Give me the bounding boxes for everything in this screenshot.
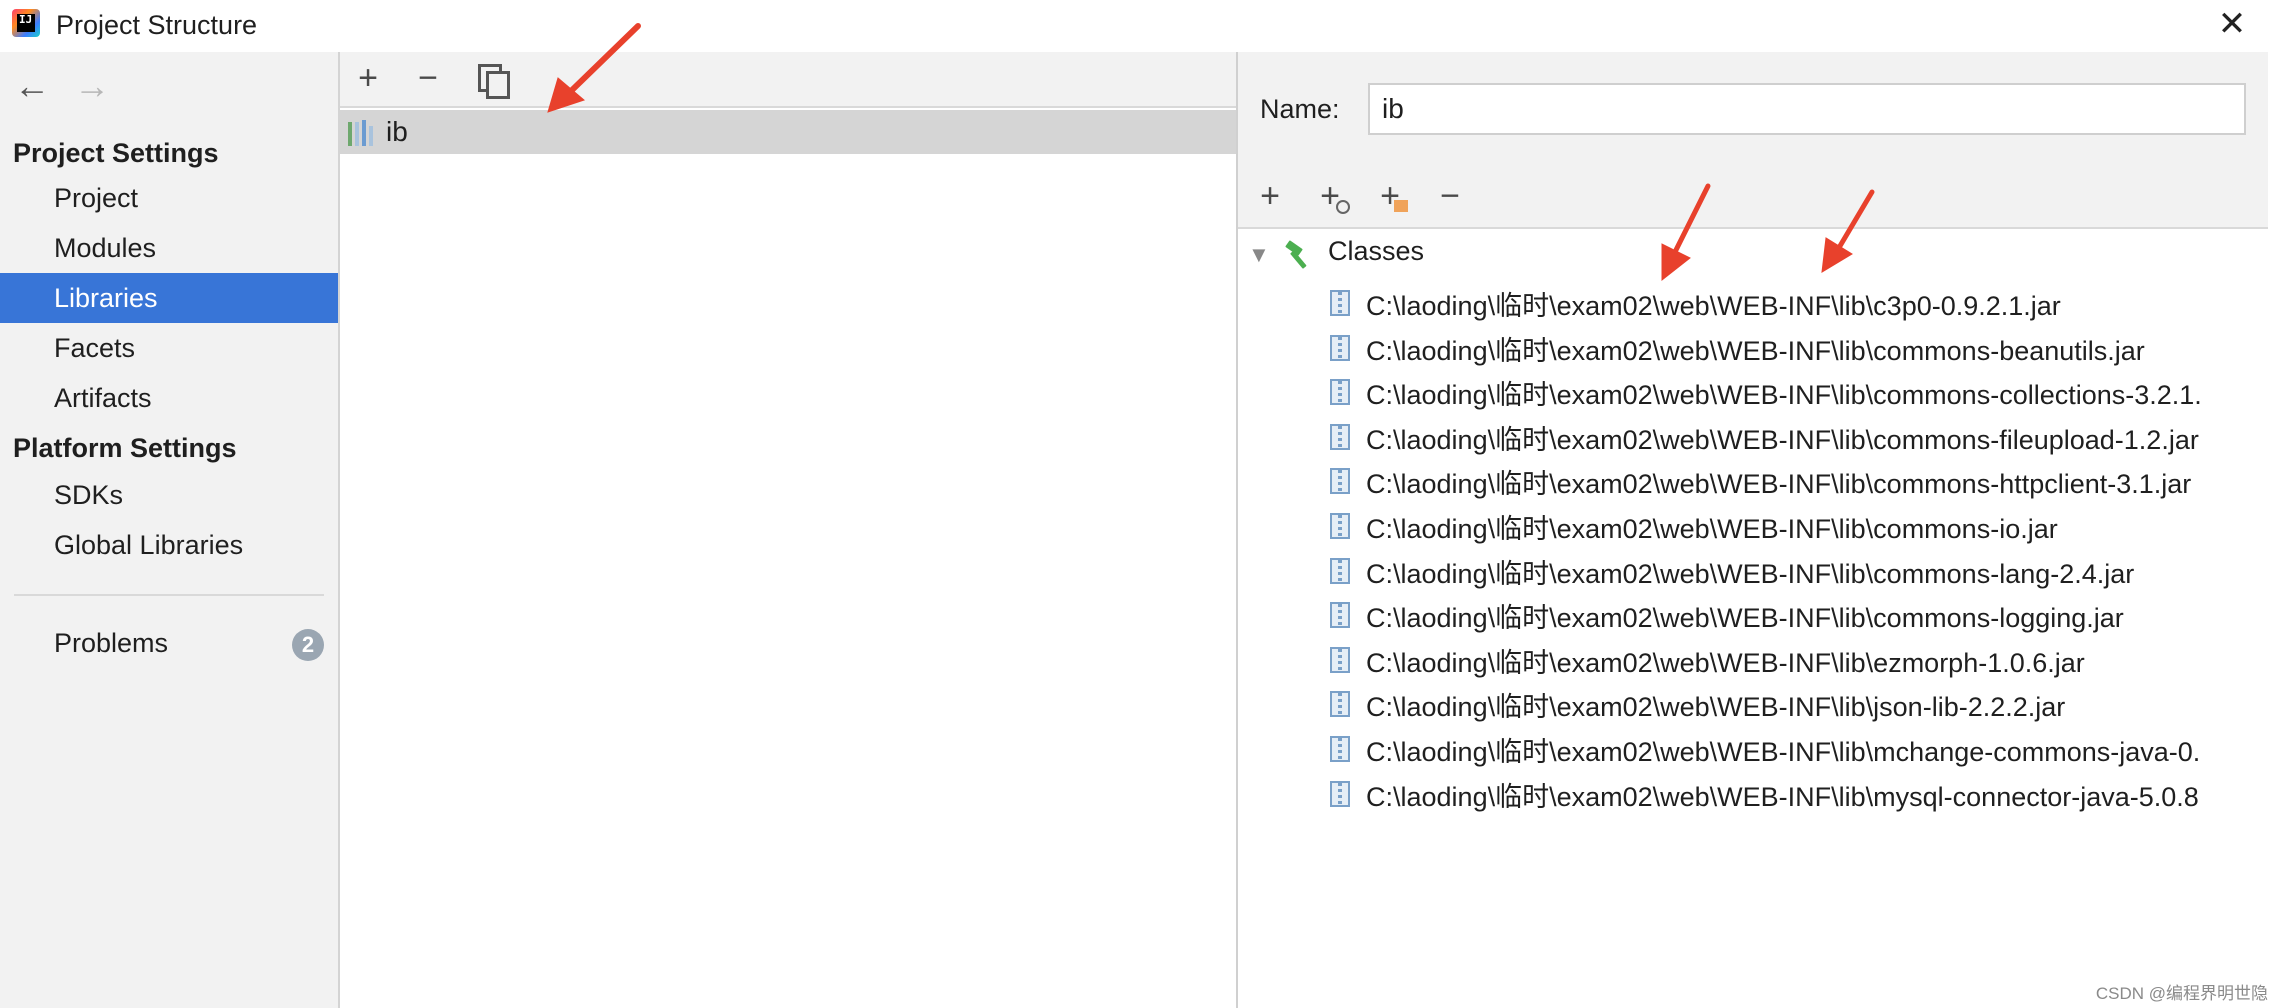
library-detail-panel: Name: + + + − ▼ Classes C:\laoding\临时\ex… — [1238, 52, 2268, 1008]
jar-path-text: C:\laoding\临时\exam02\web\WEB-INF\lib\com… — [1366, 603, 2124, 634]
jar-path-text: C:\laoding\临时\exam02\web\WEB-INF\lib\com… — [1366, 514, 2058, 544]
name-label: Name: — [1260, 94, 1340, 124]
project-settings-header: Project Settings — [13, 138, 219, 168]
classes-jar-entry[interactable]: C:\laoding\临时\exam02\web\WEB-INF\lib\com… — [1330, 548, 2270, 592]
jar-path-text: C:\laoding\临时\exam02\web\WEB-INF\lib\mys… — [1366, 781, 2199, 812]
jar-path-text: C:\laoding\临时\exam02\web\WEB-INF\lib\mch… — [1366, 737, 2201, 767]
forward-arrow-icon[interactable]: → — [74, 66, 110, 106]
jar-file-icon — [1330, 602, 1350, 629]
jar-path-text: C:\laoding\临时\exam02\web\WEB-INF\lib\jso… — [1366, 692, 2066, 723]
folder-icon — [1394, 200, 1408, 212]
classes-jar-entry[interactable]: C:\laoding\临时\exam02\web\WEB-INF\lib\ezm… — [1330, 637, 2270, 681]
platform-settings-header: Platform Settings — [13, 433, 237, 463]
sidebar-item-facets[interactable]: Facets — [0, 323, 338, 373]
sidebar-item-project[interactable]: Project — [0, 173, 338, 223]
attach-folder-button[interactable]: + — [1370, 176, 1410, 216]
hammer-icon — [1285, 240, 1307, 269]
remove-root-button[interactable]: − — [1430, 176, 1470, 216]
classes-jar-entry[interactable]: C:\laoding\临时\exam02\web\WEB-INF\lib\jso… — [1330, 681, 2270, 725]
jar-file-icon — [1330, 513, 1350, 539]
jar-path-text: C:\laoding\临时\exam02\web\WEB-INF\lib\com… — [1366, 424, 2199, 455]
library-item-ib[interactable]: ib — [340, 110, 1236, 154]
library-name: ib — [386, 116, 408, 147]
classes-jar-entry[interactable]: C:\laoding\临时\exam02\web\WEB-INF\lib\c3p… — [1330, 280, 2270, 324]
add-root-button[interactable]: + — [1250, 176, 1290, 216]
jar-file-icon — [1330, 379, 1350, 406]
window-title: Project Structure — [56, 10, 258, 40]
globe-icon — [1336, 200, 1350, 214]
sidebar-item-libraries[interactable]: Libraries — [0, 273, 338, 323]
jar-file-icon — [1330, 736, 1350, 762]
remove-library-button[interactable]: − — [408, 58, 448, 98]
intellij-logo-icon: IJ — [12, 9, 40, 37]
sidebar: ← → Project Settings Project Modules Lib… — [0, 52, 340, 1008]
library-list-panel: + − ib — [340, 52, 1238, 1008]
jar-file-icon — [1330, 468, 1350, 495]
jar-file-icon — [1330, 557, 1350, 584]
title-bar: IJ Project Structure ✕ — [0, 0, 2288, 52]
jar-file-icon — [1330, 334, 1350, 361]
collapse-triangle-icon[interactable]: ▼ — [1248, 242, 1270, 268]
sidebar-item-problems[interactable]: Problems 2 — [0, 618, 338, 668]
sidebar-item-artifacts[interactable]: Artifacts — [0, 373, 338, 423]
classes-jar-entry[interactable]: C:\laoding\临时\exam02\web\WEB-INF\lib\com… — [1330, 369, 2270, 413]
problems-label: Problems — [54, 628, 169, 658]
library-detail-header: Name: + + + − — [1238, 52, 2268, 229]
library-name-field[interactable] — [1368, 83, 2246, 135]
classes-jar-entry[interactable]: C:\laoding\临时\exam02\web\WEB-INF\lib\com… — [1330, 414, 2270, 458]
jar-path-text: C:\laoding\临时\exam02\web\WEB-INF\lib\ezm… — [1366, 647, 2085, 678]
jar-file-icon — [1330, 691, 1350, 718]
jar-file-icon — [1330, 423, 1350, 450]
classes-jar-entry[interactable]: C:\laoding\临时\exam02\web\WEB-INF\lib\com… — [1330, 458, 2270, 502]
library-icon — [348, 120, 378, 146]
watermark: CSDN @编程界明世隐 — [2095, 984, 2268, 1003]
copy-icon[interactable] — [478, 64, 510, 99]
classes-jar-entry[interactable]: C:\laoding\临时\exam02\web\WEB-INF\lib\mys… — [1330, 771, 2270, 815]
sidebar-item-modules[interactable]: Modules — [0, 223, 338, 273]
sidebar-item-sdks[interactable]: SDKs — [0, 470, 338, 520]
jar-file-icon — [1330, 290, 1350, 316]
jar-path-text: C:\laoding\临时\exam02\web\WEB-INF\lib\com… — [1366, 335, 2145, 366]
classes-jar-entry[interactable]: C:\laoding\临时\exam02\web\WEB-INF\lib\com… — [1330, 592, 2270, 636]
jar-path-text: C:\laoding\临时\exam02\web\WEB-INF\lib\com… — [1366, 558, 2135, 589]
jar-file-icon — [1330, 780, 1350, 807]
attach-url-button[interactable]: + — [1310, 176, 1350, 216]
close-button[interactable]: ✕ — [2212, 4, 2252, 44]
problems-count-badge: 2 — [292, 629, 324, 661]
classes-jar-entry[interactable]: C:\laoding\临时\exam02\web\WEB-INF\lib\mch… — [1330, 726, 2270, 770]
library-toolbar: + − — [340, 52, 1236, 108]
add-library-button[interactable]: + — [348, 58, 388, 98]
sidebar-divider — [14, 594, 324, 596]
classes-jar-entry[interactable]: C:\laoding\临时\exam02\web\WEB-INF\lib\com… — [1330, 325, 2270, 369]
jar-file-icon — [1330, 646, 1350, 673]
classes-node-label[interactable]: Classes — [1328, 236, 1424, 267]
jar-path-text: C:\laoding\临时\exam02\web\WEB-INF\lib\com… — [1366, 469, 2192, 500]
back-arrow-icon[interactable]: ← — [14, 66, 50, 106]
jar-path-text: C:\laoding\临时\exam02\web\WEB-INF\lib\com… — [1366, 380, 2202, 411]
classes-jar-entry[interactable]: C:\laoding\临时\exam02\web\WEB-INF\lib\com… — [1330, 503, 2270, 547]
sidebar-item-global-libraries[interactable]: Global Libraries — [0, 520, 338, 570]
jar-path-text: C:\laoding\临时\exam02\web\WEB-INF\lib\c3p… — [1366, 291, 2061, 321]
